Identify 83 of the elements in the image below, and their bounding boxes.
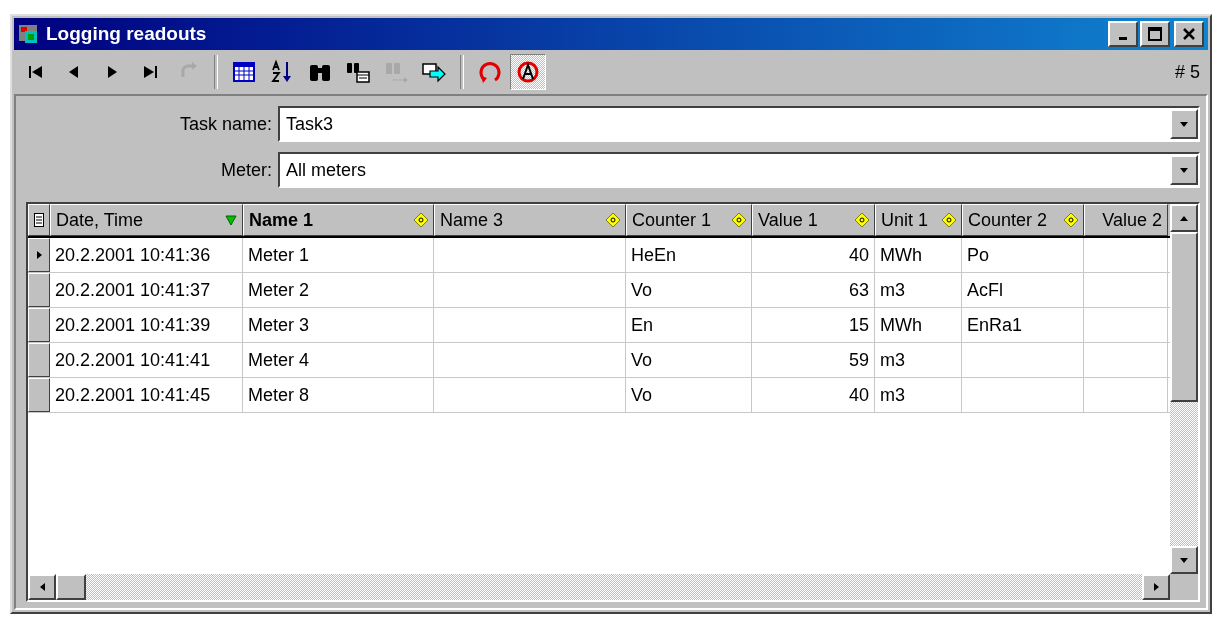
column-header[interactable]: Name 3 <box>434 204 626 236</box>
sort-descending-icon <box>225 214 237 226</box>
filter-dropdown[interactable]: Task3 <box>278 106 1200 142</box>
dropdown-button[interactable] <box>1170 155 1198 185</box>
grid-corner-button[interactable] <box>28 204 50 236</box>
row-indicator[interactable] <box>28 308 50 342</box>
table-cell: 20.2.2001 10:41:41 <box>55 349 211 371</box>
close-button[interactable] <box>1174 21 1204 47</box>
table-cell: Vo <box>631 279 653 301</box>
table-cell: En <box>631 314 654 336</box>
maximize-icon <box>1148 27 1162 41</box>
circular-arrow-icon <box>477 59 503 85</box>
sortable-icon <box>855 213 869 227</box>
table-cell: EnRa1 <box>967 314 1023 336</box>
table-cell: Meter 8 <box>248 384 310 406</box>
table-cell: 20.2.2001 10:41:37 <box>55 279 211 301</box>
table-cell: 40 <box>848 244 869 266</box>
caret-down-icon <box>1179 555 1189 565</box>
column-header[interactable]: Unit 1 <box>875 204 962 236</box>
maximize-button[interactable] <box>1140 21 1170 47</box>
table-cell: 20.2.2001 10:41:39 <box>55 314 211 336</box>
table-cell: m3 <box>880 279 905 301</box>
table-cell: Meter 4 <box>248 349 310 371</box>
table-cell: m3 <box>880 349 905 371</box>
scroll-thumb[interactable] <box>1170 232 1198 402</box>
app-icon <box>18 23 40 45</box>
table-cell: Meter 2 <box>248 279 310 301</box>
sortable-icon <box>1064 213 1078 227</box>
row-indicator[interactable] <box>28 378 50 412</box>
dropdown-button[interactable] <box>1170 109 1198 139</box>
filter-label: Meter: <box>220 159 272 181</box>
minimize-button[interactable] <box>1108 21 1138 47</box>
row-indicator[interactable] <box>28 343 50 377</box>
sortable-icon <box>606 213 620 227</box>
row-indicator[interactable] <box>28 273 50 307</box>
table-cell: 15 <box>848 314 869 336</box>
record-count: # 5 <box>1174 61 1201 83</box>
sortable-icon <box>732 213 746 227</box>
table-icon <box>231 59 257 85</box>
column-header[interactable]: Date, Time <box>50 204 243 236</box>
scroll-right-button[interactable] <box>1142 574 1170 600</box>
table-cell: Meter 3 <box>248 314 310 336</box>
table-cell: Po <box>967 244 990 266</box>
column-header[interactable]: Value 2 <box>1084 204 1168 236</box>
minimize-icon <box>1119 37 1127 40</box>
auto-button[interactable] <box>510 54 546 90</box>
table-cell: Vo <box>631 384 653 406</box>
table-cell: AcFl <box>967 279 1003 301</box>
column-header[interactable]: Counter 2 <box>962 204 1084 236</box>
sortable-icon <box>414 213 428 227</box>
scroll-down-button[interactable] <box>1170 546 1198 574</box>
table-cell: HeEn <box>631 244 677 266</box>
scroll-thumb[interactable] <box>56 574 86 600</box>
table-cell: 59 <box>848 349 869 371</box>
scroll-left-button[interactable] <box>28 574 56 600</box>
sortable-icon <box>942 213 956 227</box>
filter-dropdown[interactable]: All meters <box>278 152 1200 188</box>
table-cell: MWh <box>880 314 922 336</box>
horizontal-scrollbar[interactable] <box>28 574 1198 600</box>
table-cell: m3 <box>880 384 905 406</box>
caret-right-icon <box>1151 582 1161 592</box>
table-cell: 40 <box>848 384 869 406</box>
vertical-scrollbar[interactable] <box>1170 204 1198 574</box>
close-icon <box>1182 27 1196 41</box>
caret-down-icon <box>1179 119 1189 129</box>
letter-circle-icon <box>515 59 541 85</box>
table-cell: Vo <box>631 349 653 371</box>
table-cell: 20.2.2001 10:41:45 <box>55 384 211 406</box>
scrollbar-corner <box>1170 574 1198 600</box>
caret-down-icon <box>1179 165 1189 175</box>
column-header[interactable]: Name 1 <box>243 204 434 236</box>
caret-right-icon <box>34 250 44 260</box>
list-icon <box>34 213 44 227</box>
filter-label: Task name: <box>178 113 272 135</box>
column-header[interactable]: Value 1 <box>752 204 875 236</box>
table-cell: 20.2.2001 10:41:36 <box>55 244 211 266</box>
column-header[interactable]: Counter 1 <box>626 204 752 236</box>
row-indicator[interactable] <box>28 238 50 272</box>
table-cell: MWh <box>880 244 922 266</box>
window-title: Logging readouts <box>46 23 208 45</box>
table-cell: 63 <box>848 279 869 301</box>
scroll-up-button[interactable] <box>1170 204 1198 232</box>
table-cell: Meter 1 <box>248 244 310 266</box>
